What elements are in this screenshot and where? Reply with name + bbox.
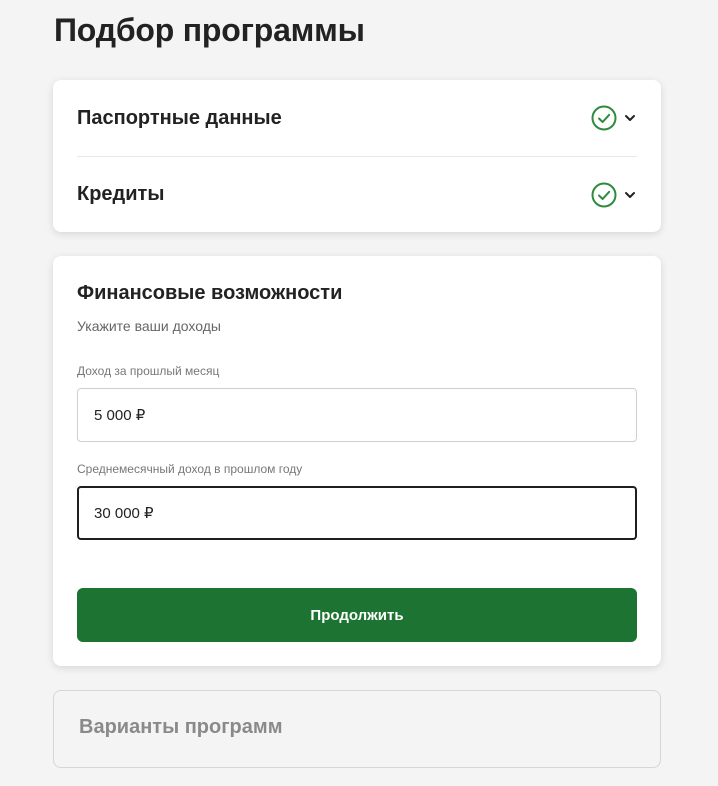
step-icons — [591, 105, 637, 131]
step-title: Кредиты — [77, 183, 165, 205]
step-program-options: Варианты программ — [53, 690, 661, 768]
step-passport[interactable]: Паспортные данные — [77, 80, 637, 156]
last-month-income-label: Доход за прошлый месяц — [77, 364, 220, 378]
financial-card: Финансовые возможности Укажите ваши дохо… — [53, 256, 661, 666]
step-icons — [591, 182, 637, 208]
avg-monthly-income-input[interactable] — [77, 486, 637, 540]
last-month-income-input[interactable] — [77, 388, 637, 442]
chevron-down-icon[interactable] — [623, 111, 637, 125]
chevron-down-icon[interactable] — [623, 188, 637, 202]
avg-monthly-income-label: Среднемесячный доход в прошлом году — [77, 462, 303, 476]
check-circle-icon — [591, 182, 617, 207]
page: Подбор программы Паспортные данные Креди… — [0, 0, 718, 786]
page-title: Подбор программы — [54, 12, 365, 48]
step-title: Паспортные данные — [77, 106, 282, 129]
step-credits[interactable]: Кредиты — [77, 156, 637, 232]
check-circle-icon — [591, 105, 617, 131]
section-subtitle: Укажите ваши доходы — [77, 318, 221, 334]
section-title: Финансовые возможности — [77, 282, 343, 304]
continue-button[interactable]: Продолжить — [77, 588, 637, 642]
step-title: Варианты программ — [79, 716, 283, 738]
completed-steps-card: Паспортные данные Кредиты — [53, 80, 661, 232]
